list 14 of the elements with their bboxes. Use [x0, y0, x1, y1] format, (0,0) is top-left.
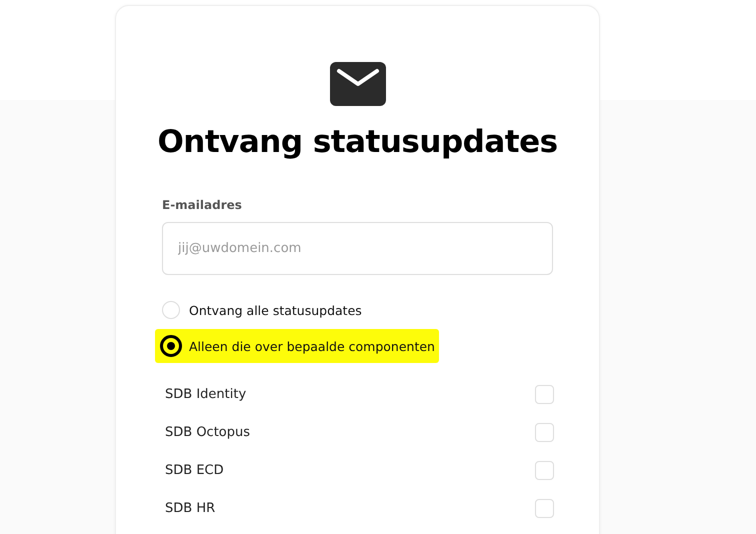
form-title: Ontvang statusupdates [157, 124, 558, 160]
envelope-icon [330, 62, 386, 106]
checkbox[interactable] [535, 422, 554, 442]
option-label: Ontvang alle statusupdates [189, 302, 362, 318]
component-name: SDB HR [165, 500, 216, 516]
component-name: SDB ECD [165, 462, 224, 478]
component-name: SDB Identity [165, 386, 246, 402]
option-label: Alleen die over bepaalde componenten [189, 338, 435, 354]
checkbox[interactable] [535, 460, 554, 480]
checkbox[interactable] [535, 384, 554, 404]
field-label: E-mailadres [162, 198, 243, 212]
component-name: SDB Octopus [165, 424, 250, 440]
email-field[interactable]: jij@uwdomein.com [162, 222, 553, 275]
checkbox[interactable] [535, 498, 554, 518]
